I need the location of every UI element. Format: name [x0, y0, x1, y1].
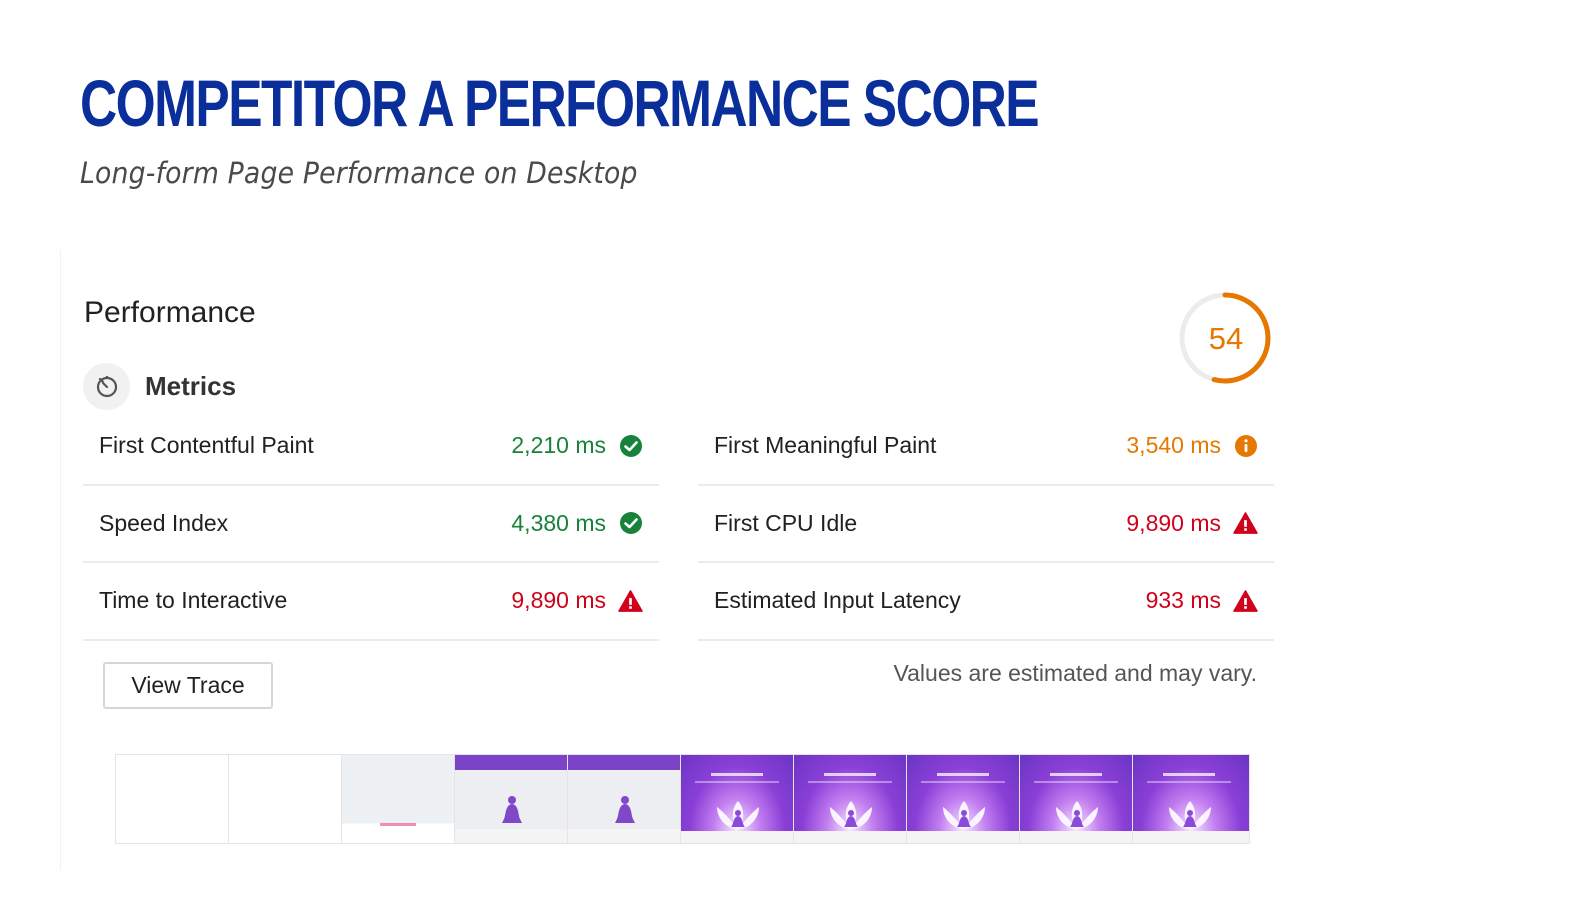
- metric-name: Speed Index: [99, 509, 229, 536]
- slide-subtitle: Long-form Page Performance on Desktop: [80, 156, 638, 190]
- metrics-label: Metrics: [145, 370, 237, 401]
- metric-row: First Meaningful Paint 3,540 ms: [698, 408, 1274, 486]
- metric-name: Estimated Input Latency: [714, 587, 961, 614]
- warning-triangle-icon: [618, 588, 643, 613]
- metric-value: 9,890 ms: [511, 587, 606, 614]
- filmstrip: [115, 754, 1250, 844]
- metric-name: Time to Interactive: [99, 587, 288, 614]
- metric-result: 2,210 ms: [511, 432, 643, 459]
- filmstrip-frame: [229, 755, 342, 843]
- metrics-column-left: First Contentful Paint 2,210 ms Speed In…: [83, 408, 659, 641]
- performance-title: Performance: [84, 296, 256, 329]
- filmstrip-frame: [455, 755, 568, 843]
- metric-result: 9,890 ms: [1126, 510, 1258, 537]
- check-circle-icon: [618, 433, 643, 458]
- metric-result: 9,890 ms: [511, 587, 643, 614]
- metric-name: First CPU Idle: [714, 509, 858, 536]
- filmstrip-frame: [794, 755, 907, 843]
- score-gauge: 54: [1177, 290, 1273, 386]
- metric-row: Estimated Input Latency 933 ms: [698, 563, 1274, 641]
- filmstrip-frame: [681, 755, 794, 843]
- metric-result: 3,540 ms: [1126, 432, 1258, 459]
- metric-value: 4,380 ms: [511, 509, 606, 536]
- info-circle-icon: [1233, 433, 1258, 458]
- metrics-column-right: First Meaningful Paint 3,540 ms First CP…: [698, 408, 1274, 641]
- check-circle-icon: [618, 511, 643, 536]
- metrics-header: Metrics: [83, 362, 236, 410]
- metric-value: 3,540 ms: [1126, 432, 1221, 459]
- metric-row: Time to Interactive 9,890 ms: [83, 563, 659, 641]
- warning-triangle-icon: [1233, 588, 1258, 613]
- filmstrip-frame: [1133, 755, 1249, 843]
- metric-value: 9,890 ms: [1126, 509, 1221, 536]
- view-trace-button[interactable]: View Trace: [103, 662, 273, 709]
- metric-name: First Contentful Paint: [99, 432, 314, 459]
- disclaimer-text: Values are estimated and may vary.: [893, 660, 1258, 686]
- score-value: 54: [1208, 321, 1244, 356]
- metric-value: 933 ms: [1145, 587, 1221, 614]
- filmstrip-frame: [1020, 755, 1133, 843]
- metric-row: Speed Index 4,380 ms: [83, 486, 659, 563]
- metric-row: First CPU Idle 9,890 ms: [698, 486, 1274, 563]
- stopwatch-icon: [83, 362, 130, 410]
- metric-value: 2,210 ms: [511, 432, 606, 459]
- metric-row: First Contentful Paint 2,210 ms: [83, 408, 659, 486]
- metric-name: First Meaningful Paint: [714, 432, 937, 459]
- metric-result: 933 ms: [1146, 587, 1258, 614]
- warning-triangle-icon: [1233, 511, 1258, 536]
- filmstrip-frame: [342, 755, 455, 843]
- filmstrip-frame: [116, 755, 229, 843]
- filmstrip-frame: [907, 755, 1020, 843]
- slide-title: COMPETITOR A PERFORMANCE SCORE: [80, 66, 1040, 140]
- filmstrip-frame: [568, 755, 681, 843]
- metric-result: 4,380 ms: [511, 510, 643, 537]
